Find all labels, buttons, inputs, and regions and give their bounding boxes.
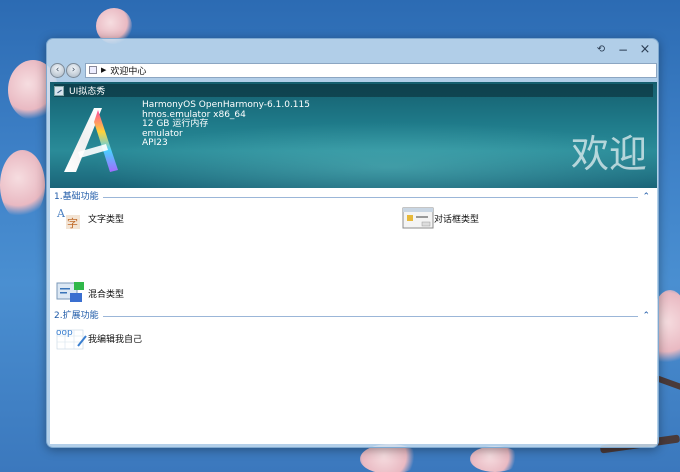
banner-header: UI拟态秀 xyxy=(54,84,653,97)
section-title: 1.基础功能 xyxy=(54,191,103,203)
title-bar[interactable]: ⟲ − × xyxy=(47,39,658,61)
system-info: HarmonyOS OpenHarmony-6.1.0.115 hmos.emu… xyxy=(142,100,310,149)
list-item-self-edit[interactable]: oop 我编辑我自己 xyxy=(56,326,142,350)
folder-icon xyxy=(89,66,97,74)
desktop-blossom xyxy=(0,150,45,220)
item-label: 我编辑我自己 xyxy=(88,334,143,345)
main-content: UI拟态秀 HarmonyOS OpenHarmony-6.1.0.115 hm… xyxy=(50,82,657,444)
item-label: 混合类型 xyxy=(88,289,125,300)
item-label: 对话框类型 xyxy=(434,214,480,225)
api-level: API23 xyxy=(142,138,168,149)
restore-button[interactable]: ⟲ xyxy=(593,43,609,57)
harmony-logo-icon xyxy=(64,108,118,172)
chevron-up-icon[interactable]: ⌃ xyxy=(642,191,650,203)
svg-text:A: A xyxy=(56,207,66,220)
back-button[interactable]: ‹ xyxy=(50,62,65,78)
item-label: 文字类型 xyxy=(88,214,125,225)
desktop-blossom xyxy=(360,444,420,472)
arrow-right-icon: › xyxy=(71,64,76,75)
breadcrumb[interactable]: 欢迎中心 xyxy=(110,64,146,77)
address-bar: ‹ › ▶ 欢迎中心 xyxy=(50,62,657,78)
forward-button[interactable]: › xyxy=(66,62,81,78)
section-title: 2.扩展功能 xyxy=(54,310,103,322)
minimize-button[interactable]: − xyxy=(615,43,631,57)
address-field[interactable]: ▶ 欢迎中心 xyxy=(85,62,657,78)
section-basic[interactable]: 1.基础功能 ⌃ xyxy=(54,191,652,203)
section-extended[interactable]: 2.扩展功能 ⌃ xyxy=(54,310,652,322)
arrow-left-icon: ‹ xyxy=(55,64,60,75)
welcome-banner: UI拟态秀 HarmonyOS OpenHarmony-6.1.0.115 hm… xyxy=(50,82,657,188)
dialog-type-icon xyxy=(402,207,434,229)
text-type-icon: A 字 xyxy=(56,207,80,230)
section-divider xyxy=(54,197,638,198)
chevron-up-icon[interactable]: ⌃ xyxy=(642,310,650,322)
app-window: ⟲ − × ‹ › ▶ 欢迎中心 UI拟态秀 HarmonyOS OpenHar… xyxy=(46,38,659,448)
desktop-blossom xyxy=(470,446,520,472)
app-title: UI拟态秀 xyxy=(69,87,106,97)
list-item-mixed-type[interactable]: 混合类型 xyxy=(56,281,124,305)
mixed-type-icon xyxy=(56,282,84,302)
path-separator-icon: ▶ xyxy=(101,66,107,74)
app-icon xyxy=(54,85,64,96)
welcome-text: 欢迎 xyxy=(570,132,647,176)
self-edit-icon: oop xyxy=(56,328,87,350)
close-button[interactable]: × xyxy=(637,43,653,57)
list-item-text-type[interactable]: A 字 文字类型 xyxy=(56,206,124,230)
svg-text:字: 字 xyxy=(67,216,78,230)
svg-text:oop: oop xyxy=(56,328,73,338)
list-item-dialog-type[interactable]: 对话框类型 xyxy=(402,206,479,230)
section-divider xyxy=(54,316,638,317)
